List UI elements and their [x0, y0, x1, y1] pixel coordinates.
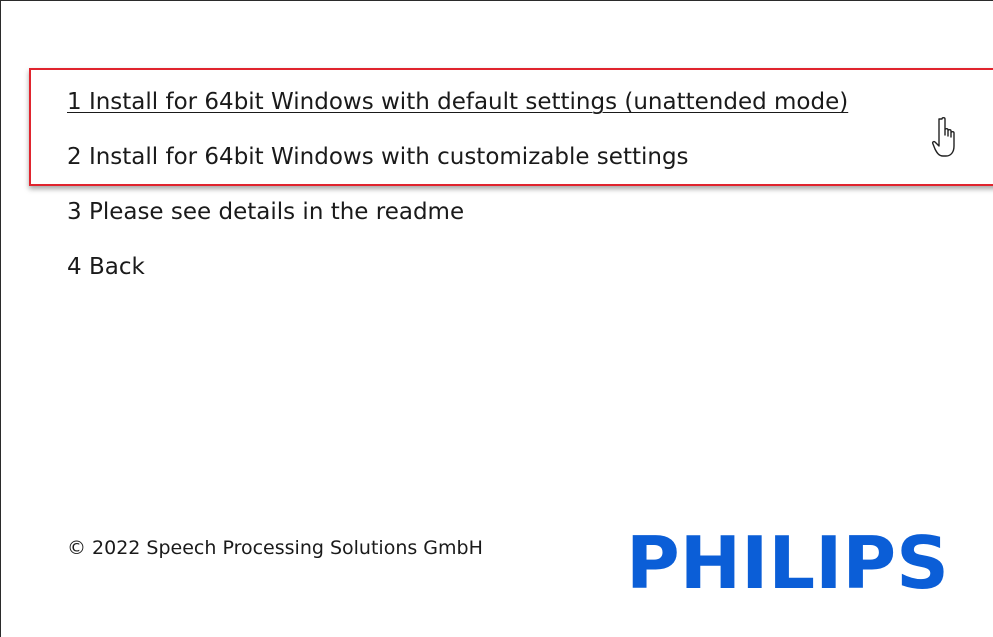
svg-text:PHILIPS: PHILIPS	[626, 526, 949, 594]
copyright-text: © 2022 Speech Processing Solutions GmbH	[67, 537, 483, 559]
menu-item-install-default[interactable]: 1 Install for 64bit Windows with default…	[67, 89, 848, 115]
hand-pointer-icon	[931, 117, 955, 157]
menu-item-install-custom[interactable]: 2 Install for 64bit Windows with customi…	[67, 144, 689, 170]
installer-window: 1 Install for 64bit Windows with default…	[0, 0, 993, 637]
menu-item-back[interactable]: 4 Back	[67, 254, 145, 280]
menu-item-readme[interactable]: 3 Please see details in the readme	[67, 199, 464, 225]
philips-logo: PHILIPS	[626, 526, 949, 594]
